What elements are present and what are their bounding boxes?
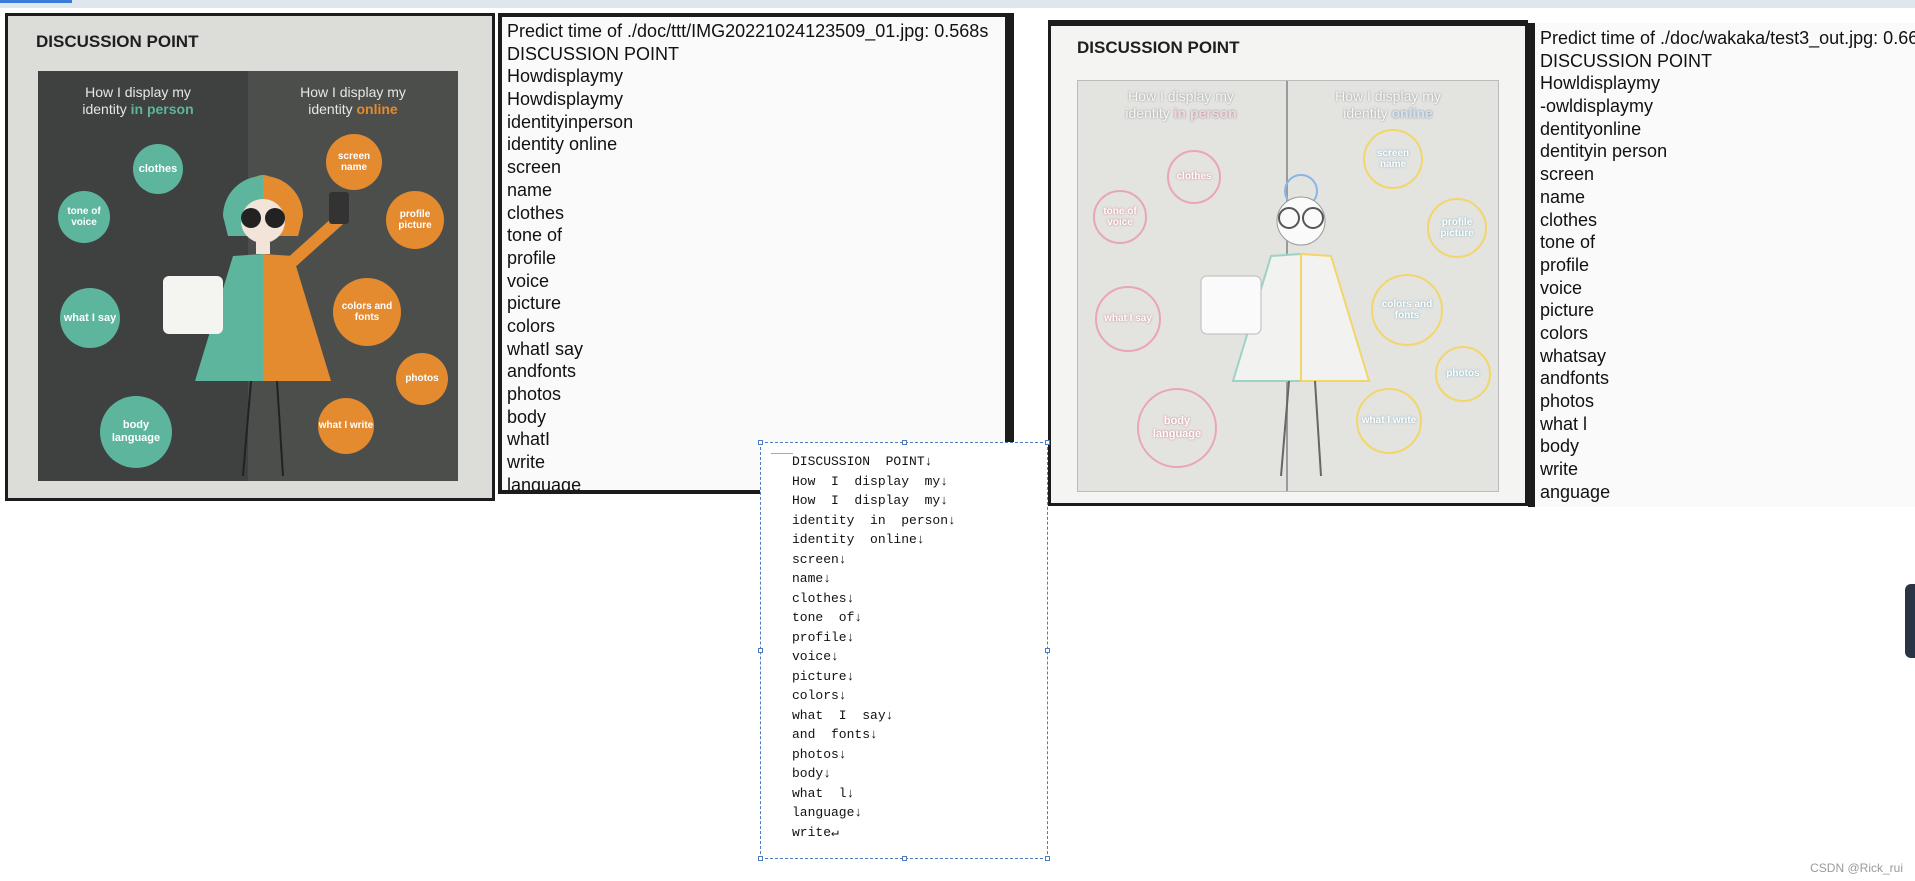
poster-title: DISCUSSION POINT — [1077, 38, 1240, 57]
resize-handle-right[interactable] — [1045, 648, 1050, 653]
ocr-line: Howdisplaymy — [507, 66, 624, 87]
ocr-line: profile — [507, 247, 557, 268]
ocr-line: name — [1540, 186, 1586, 207]
resize-handle-bottom-right[interactable] — [1045, 856, 1050, 861]
doc-line: screen↓ — [792, 551, 847, 567]
ocr-line: Predict time of ./doc/ttt/IMG20221024123… — [507, 21, 989, 41]
ocr-line: -owldisplaymy — [1540, 96, 1654, 117]
bubble-photos: photos — [1435, 346, 1491, 402]
watermark: CSDN @Rick_rui — [1810, 861, 1903, 875]
word-text-box[interactable]: DISCUSSION POINT↓ How I display my↓ How I … — [758, 440, 1050, 861]
right-photo: DISCUSSION POINT How I display my identi… — [1048, 20, 1528, 506]
person-label: How I display my identity in person — [82, 84, 194, 117]
doc-line: profile↓ — [792, 629, 855, 645]
resize-handle-top-right[interactable] — [1045, 440, 1050, 445]
word-text-lines: DISCUSSION POINT↓ How I display my↓ How I … — [792, 452, 956, 842]
ocr-line: clothes — [507, 202, 565, 223]
left-photo: DISCUSSION POINT How I display my identi… — [5, 13, 495, 501]
bubble-what-i-say: what I say — [60, 288, 120, 348]
ocr-line: name — [507, 179, 553, 200]
doc-line: How I display my↓ — [792, 493, 949, 508]
bubble-tone-of-voice: tone of voice — [58, 191, 110, 243]
resize-handle-bottom-left[interactable] — [758, 856, 763, 861]
ocr-line: write — [1540, 459, 1579, 480]
ocr-line: screen — [1540, 164, 1595, 185]
ocr-line: what l — [1540, 413, 1588, 434]
right-ocr-output: Predict time of ./doc/wakaka/test3_out.j… — [1528, 23, 1915, 507]
bubble-tone-of-voice: tone of voice — [1093, 190, 1147, 244]
woman-illustration — [1200, 174, 1371, 477]
text-box-anchor — [771, 445, 793, 454]
ocr-line: DISCUSSION POINT — [507, 43, 680, 64]
left-ocr-lines: Predict time of ./doc/ttt/IMG20221024123… — [507, 20, 1005, 490]
ocr-line: colors — [1540, 322, 1589, 343]
ocr-line: screen — [507, 157, 562, 178]
doc-line: what l↓ — [792, 785, 855, 801]
ocr-line: whatsay — [1540, 345, 1607, 366]
doc-line: identity in person↓ — [792, 512, 956, 528]
ocr-line: voice — [507, 270, 550, 291]
online-label: How I display my identity online — [1335, 88, 1441, 121]
doc-line: body↓ — [792, 766, 832, 781]
ocr-line: clothes — [1540, 209, 1598, 230]
ocr-line: voice — [1540, 277, 1583, 298]
ocr-line: picture — [507, 293, 562, 314]
doc-line: DISCUSSION POINT↓ — [792, 454, 933, 469]
ocr-line: andfonts — [1540, 368, 1610, 389]
woman-illustration — [163, 175, 349, 477]
ocr-line: picture — [1540, 300, 1595, 321]
resize-handle-top[interactable] — [902, 440, 907, 445]
ocr-line: profile — [1540, 254, 1590, 275]
resize-handle-bottom[interactable] — [902, 856, 907, 861]
doc-line: identity online↓ — [792, 532, 925, 547]
bubble-what-i-say: what I say — [1095, 286, 1161, 352]
ocr-line: dentityin person — [1540, 141, 1668, 162]
ocr-line: Howldisplaymy — [1540, 73, 1661, 94]
doc-line: name↓ — [792, 571, 832, 586]
doc-line: How I display my↓ — [792, 473, 949, 489]
bubble-profile-picture: profile picture — [1427, 198, 1487, 258]
ocr-line: Predict time of ./doc/wakaka/test3_out.j… — [1540, 28, 1915, 48]
bubble-profile-picture: profile picture — [386, 191, 444, 249]
bubble-photos: photos — [396, 353, 448, 405]
person-label: How I display my identity in person — [1125, 88, 1237, 121]
ocr-line: colors — [507, 315, 556, 336]
active-tab-indicator — [0, 0, 72, 3]
left-ocr-output: Predict time of ./doc/ttt/IMG20221024123… — [498, 13, 1014, 494]
ocr-line: anguage — [1540, 481, 1611, 502]
poster-title: DISCUSSION POINT — [36, 32, 199, 51]
right-ocr-lines: Predict time of ./doc/wakaka/test3_out.j… — [1540, 27, 1915, 503]
resize-handle-top-left[interactable] — [758, 440, 763, 445]
ocr-line: photos — [507, 384, 562, 404]
resize-handle-left[interactable] — [758, 648, 763, 653]
ocr-line: body — [1540, 436, 1580, 457]
ocr-line: tone of — [1540, 232, 1596, 253]
ocr-line: dentityonline — [1540, 118, 1642, 139]
ocr-line: photos — [1540, 391, 1595, 411]
doc-line: tone of↓ — [792, 610, 863, 625]
doc-line: photos↓ — [792, 746, 847, 762]
doc-line: what I say↓ — [792, 707, 894, 723]
ocr-line: identity online — [507, 134, 618, 155]
online-label: How I display my identity online — [300, 84, 406, 117]
floating-sidebar-tab[interactable] — [1905, 584, 1915, 658]
doc-line: and fonts↓ — [792, 727, 878, 742]
top-strip — [0, 0, 1915, 8]
doc-line: clothes↓ — [792, 590, 855, 606]
ocr-line: whatI say — [507, 338, 584, 359]
doc-line: write↵ — [792, 824, 839, 840]
ocr-line: identityinperson — [507, 111, 634, 132]
ocr-line: Howdisplaymy — [507, 89, 624, 110]
doc-line: colors↓ — [792, 688, 847, 703]
ocr-line: DISCUSSION POINT — [1540, 50, 1713, 71]
doc-line: voice↓ — [792, 649, 839, 664]
doc-line: language↓ — [792, 805, 863, 820]
doc-line: picture↓ — [792, 668, 855, 684]
ocr-line: andfonts — [507, 361, 577, 382]
ocr-line: body — [507, 406, 547, 427]
ocr-line: tone of — [507, 225, 563, 246]
